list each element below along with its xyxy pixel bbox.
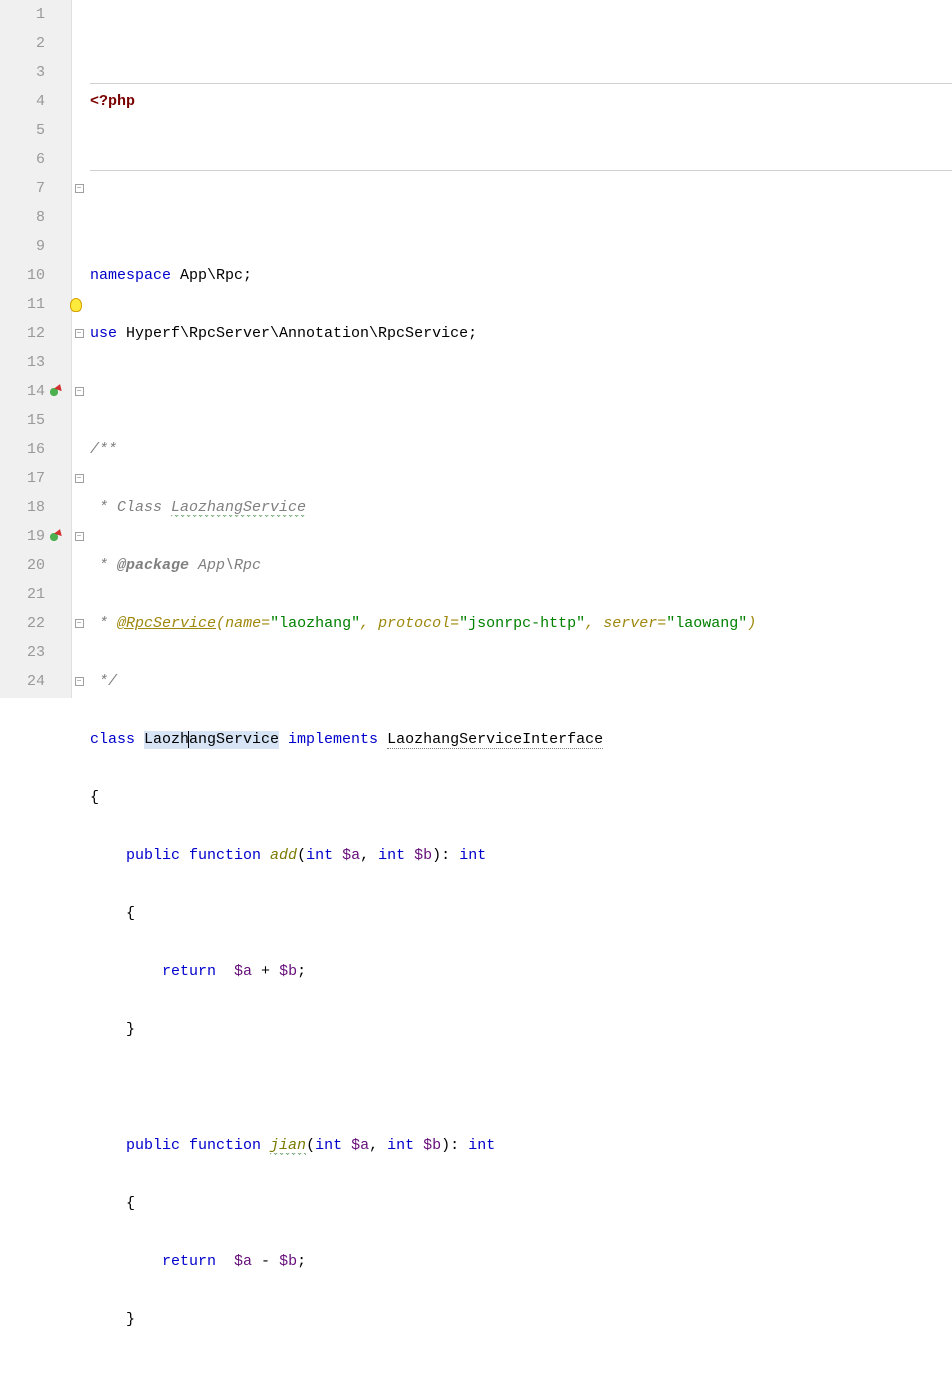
- keyword: public: [126, 1137, 189, 1154]
- docblock-close: */: [90, 673, 117, 690]
- doc-tag-package: @package: [117, 557, 189, 574]
- fold-toggle-icon[interactable]: −: [75, 329, 84, 338]
- keyword: public: [126, 847, 189, 864]
- keyword: return: [162, 963, 234, 980]
- intention-bulb-icon[interactable]: [70, 298, 82, 312]
- line-number: 7: [36, 174, 63, 203]
- line-number: 13: [27, 348, 63, 377]
- fold-toggle-icon[interactable]: −: [75, 387, 84, 396]
- keyword: namespace: [90, 267, 180, 284]
- line-number: 9: [36, 232, 63, 261]
- override-marker-icon[interactable]: [47, 385, 61, 399]
- line-number: 2: [36, 29, 63, 58]
- keyword: class: [90, 731, 144, 748]
- interface-name: LaozhangServiceInterface: [387, 731, 603, 749]
- annotation-rpcservice: @RpcService: [117, 615, 216, 632]
- php-tag: <?php: [90, 93, 135, 110]
- docblock-open: /**: [90, 441, 117, 458]
- function-name-jian: jian: [270, 1137, 306, 1155]
- line-number: 23: [27, 638, 63, 667]
- line-number: 12: [27, 319, 63, 348]
- line-number: 15: [27, 406, 63, 435]
- use-path: Hyperf\RpcServer\Annotation\RpcService: [126, 325, 468, 342]
- line-number: 17: [27, 464, 63, 493]
- fold-toggle-icon[interactable]: −: [75, 619, 84, 628]
- fold-toggle-icon[interactable]: −: [75, 184, 84, 193]
- override-marker-icon[interactable]: [47, 530, 61, 544]
- line-number: 1: [36, 0, 63, 29]
- fold-toggle-icon[interactable]: −: [75, 677, 84, 686]
- line-number: 5: [36, 116, 63, 145]
- line-number: 22: [27, 609, 63, 638]
- keyword: return: [162, 1253, 234, 1270]
- line-number: 10: [27, 261, 63, 290]
- fold-column: − − − − − − −: [72, 0, 86, 698]
- line-number: 24: [27, 667, 63, 696]
- line-number: 21: [27, 580, 63, 609]
- line-number: 3: [36, 58, 63, 87]
- function-name-add: add: [270, 847, 297, 864]
- code-editor-area[interactable]: <?php namespace App\Rpc; use Hyperf\RpcS…: [86, 0, 952, 698]
- line-number: 4: [36, 87, 63, 116]
- class-name: Laozh: [144, 731, 189, 749]
- line-number: 6: [36, 145, 63, 174]
- line-number: 11: [27, 290, 63, 319]
- line-number: 8: [36, 203, 63, 232]
- keyword: use: [90, 325, 126, 342]
- namespace: App\Rpc: [180, 267, 243, 284]
- fold-toggle-icon[interactable]: −: [75, 474, 84, 483]
- fold-toggle-icon[interactable]: −: [75, 532, 84, 541]
- line-number: 16: [27, 435, 63, 464]
- line-number-gutter: 1 2 3 4 5 6 7 8 9 10 11 12 13 14 15 16 1…: [0, 0, 72, 698]
- line-number: 20: [27, 551, 63, 580]
- doc-class-name: LaozhangService: [171, 499, 306, 517]
- line-number: 18: [27, 493, 63, 522]
